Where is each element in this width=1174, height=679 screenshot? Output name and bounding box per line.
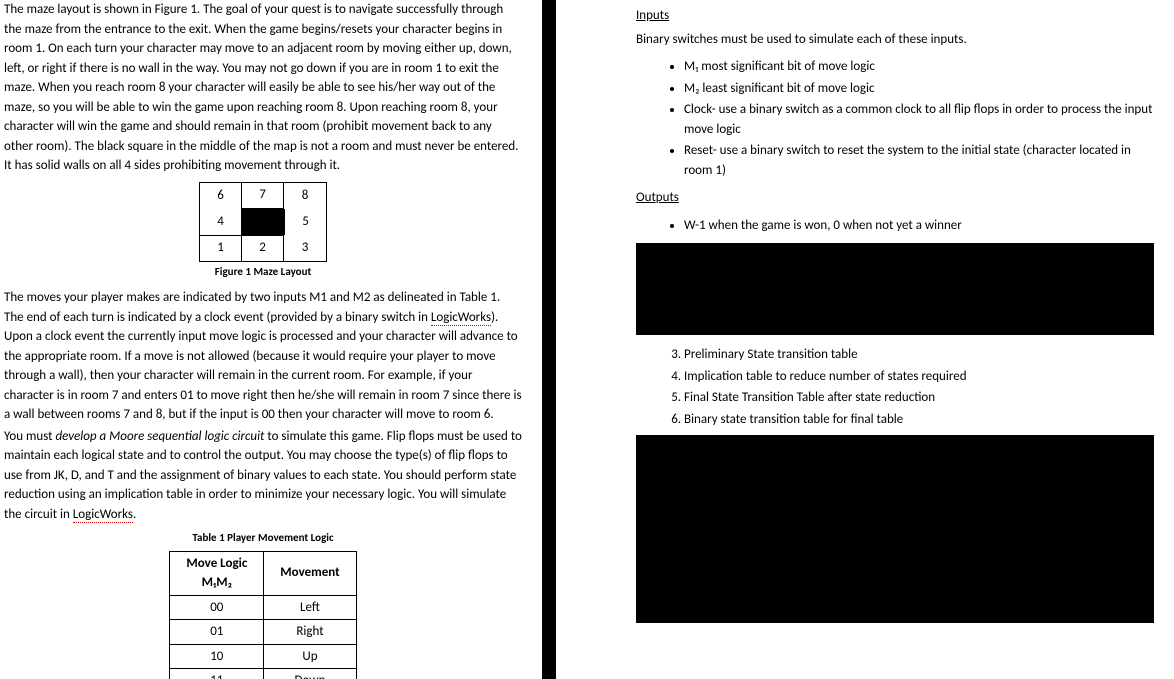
paragraph-moore: You must develop a Moore sequential logi… — [4, 427, 522, 525]
table-row: 10Up — [170, 644, 356, 669]
page-left: The maze layout is shown in Figure 1. Th… — [0, 0, 542, 679]
list-item: Preliminary State transition table — [684, 345, 1154, 365]
list-item: Final State Transition Table after state… — [684, 388, 1154, 408]
maze-cell-5: 5 — [284, 209, 326, 235]
logicworks-text: LogicWorks — [73, 507, 133, 523]
maze-cell-6: 6 — [200, 183, 242, 209]
cell-move: Down — [264, 669, 356, 679]
paragraph-maze-intro: The maze layout is shown in Figure 1. Th… — [4, 0, 522, 176]
cell-move: Left — [264, 595, 356, 620]
list-item: W-1 when the game is won, 0 when not yet… — [684, 216, 1154, 236]
figure-1-caption: Figure 1 Maze Layout — [4, 264, 522, 281]
maze-cell-1: 1 — [200, 235, 242, 261]
maze-cell-8: 8 — [284, 183, 326, 209]
text: . — [133, 507, 136, 522]
list-item: Clock- use a binary switch as a common c… — [684, 100, 1154, 139]
maze-grid: 6 7 8 4 5 1 2 3 — [199, 182, 327, 262]
table-row: 01Right — [170, 620, 356, 645]
page-divider — [542, 0, 556, 679]
cell-move: Up — [264, 644, 356, 669]
table-header-movement: Movement — [264, 551, 356, 595]
heading-outputs: Outputs — [636, 188, 1154, 208]
cell-code: 10 — [170, 644, 264, 669]
deliverables-list: Preliminary State transition table Impli… — [684, 345, 1154, 429]
text: The moves your player makes are indicate… — [4, 290, 500, 325]
text: M₁M₂ — [202, 575, 232, 590]
redacted-block — [636, 435, 1154, 623]
outputs-list: W-1 when the game is won, 0 when not yet… — [684, 216, 1154, 236]
document-pages: The maze layout is shown in Figure 1. Th… — [0, 0, 1174, 679]
page-right: Inputs Binary switches must be used to s… — [556, 0, 1174, 679]
table-1-move-logic: Move Logic M₁M₂ Movement 00Left 01Right … — [169, 551, 356, 679]
maze-cell-3: 3 — [284, 235, 326, 261]
logicworks-text: LogicWorks — [431, 310, 491, 326]
paragraph-moves: The moves your player makes are indicate… — [4, 288, 522, 425]
figure-1-maze: 6 7 8 4 5 1 2 3 Figure 1 Maze Layout — [4, 182, 522, 281]
table-1-caption: Table 1 Player Movement Logic — [4, 530, 522, 547]
text: Move Logic — [186, 556, 247, 571]
list-item: Reset- use a binary switch to reset the … — [684, 141, 1154, 180]
cell-code: 00 — [170, 595, 264, 620]
list-item: Binary state transition table for final … — [684, 410, 1154, 430]
text: You must — [4, 429, 55, 444]
table-header-move-logic: Move Logic M₁M₂ — [170, 551, 264, 595]
table-row: 11Down — [170, 669, 356, 679]
inputs-intro: Binary switches must be used to simulate… — [636, 30, 1154, 50]
maze-cell-7: 7 — [242, 183, 284, 209]
cell-move: Right — [264, 620, 356, 645]
inputs-list: M₁ most significant bit of move logic M₂… — [684, 57, 1154, 180]
heading-inputs: Inputs — [636, 6, 1154, 26]
maze-cell-2: 2 — [242, 235, 284, 261]
list-item: M₂ least significant bit of move logic — [684, 79, 1154, 99]
cell-code: 11 — [170, 669, 264, 679]
table-1-wrap: Table 1 Player Movement Logic Move Logic… — [4, 530, 522, 679]
maze-cell-blocked — [242, 209, 284, 235]
maze-cell-4: 4 — [200, 209, 242, 235]
table-row: 00Left — [170, 595, 356, 620]
text: ). Upon a clock event the currently inpu… — [4, 310, 522, 423]
list-item: Implication table to reduce number of st… — [684, 367, 1154, 387]
cell-code: 01 — [170, 620, 264, 645]
list-item: M₁ most significant bit of move logic — [684, 57, 1154, 77]
emphasis-moore: develop a Moore sequential logic circuit — [55, 429, 264, 444]
redacted-block — [636, 243, 1154, 335]
